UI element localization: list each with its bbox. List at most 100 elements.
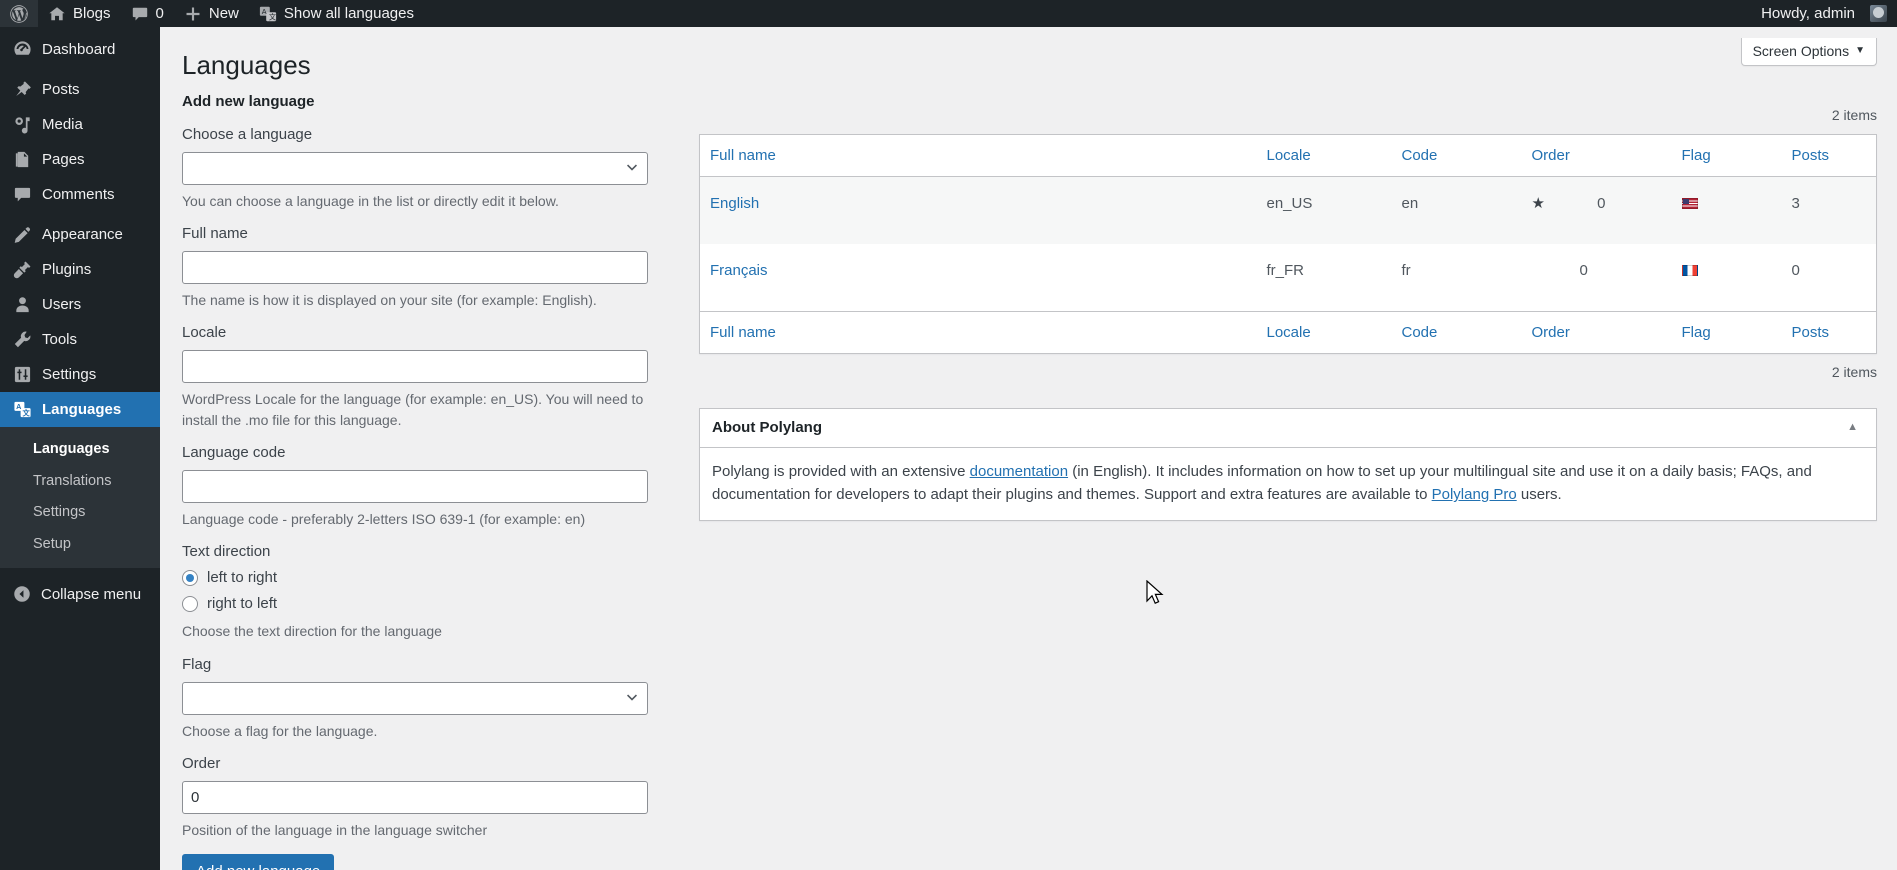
documentation-link[interactable]: documentation: [970, 463, 1068, 480]
sidebar-item-comments[interactable]: Comments: [0, 177, 160, 212]
wordpress-logo-button[interactable]: [0, 0, 38, 27]
language-code-label: Language code: [182, 443, 286, 461]
full-name-description: The name is how it is displayed on your …: [182, 292, 597, 309]
about-polylang-title: About Polylang: [712, 418, 822, 436]
pin-icon: [12, 80, 32, 100]
sort-link-full-name-footer[interactable]: Full name: [710, 324, 776, 341]
text-direction-label: Text direction: [182, 543, 271, 561]
radio-left-to-right-input[interactable]: [182, 569, 198, 586]
sidebar-item-media[interactable]: Media: [0, 107, 160, 142]
radio-right-to-left-label: right to left: [207, 595, 278, 613]
sidebar-item-appearance[interactable]: Appearance: [0, 217, 160, 252]
sort-link-locale-footer[interactable]: Locale: [1267, 324, 1311, 341]
sort-link-order-footer[interactable]: Order: [1532, 324, 1570, 341]
field-text-direction: Text direction left to right right to le…: [182, 543, 666, 641]
sidebar-item-label: Tools: [42, 331, 78, 348]
choose-language-select-wrap: [182, 151, 648, 185]
sidebar-item-label: Media: [42, 116, 83, 133]
sort-link-code[interactable]: Code: [1402, 147, 1438, 164]
about-text-part3: users.: [1516, 486, 1562, 504]
two-column-layout: Add new language Choose a language You c…: [182, 93, 1877, 870]
sidebar-item-posts[interactable]: Posts: [0, 72, 160, 107]
sidebar-item-users[interactable]: Users: [0, 287, 160, 322]
radio-right-to-left[interactable]: right to left: [182, 595, 666, 612]
sidebar-item-languages[interactable]: A文 Languages: [0, 392, 168, 427]
translate-icon: A文: [259, 5, 277, 23]
locale-description: WordPress Locale for the language (for e…: [182, 391, 644, 428]
my-account-button[interactable]: Howdy, admin: [1751, 0, 1897, 27]
column-header-full-name: Full name: [700, 134, 1257, 176]
users-icon: [12, 295, 32, 315]
avatar: [1870, 5, 1887, 22]
svg-text:文: 文: [21, 408, 30, 417]
field-full-name: Full name The name is how it is displaye…: [182, 225, 666, 310]
about-polylang-text: Polylang is provided with an extensive d…: [712, 460, 1864, 507]
languages-submenu: Languages Translations Settings Setup: [0, 427, 160, 569]
locale-input[interactable]: [182, 350, 648, 384]
sidebar-item-plugins[interactable]: Plugins: [0, 252, 160, 287]
sort-link-code-footer[interactable]: Code: [1402, 324, 1438, 341]
show-all-languages-button[interactable]: A文 Show all languages: [249, 0, 424, 27]
tablenav-top: 2 items: [699, 104, 1877, 134]
chevron-up-icon[interactable]: ▲: [1841, 419, 1864, 435]
sidebar-item-label: Plugins: [42, 261, 92, 278]
column-header-posts: Posts: [1791, 146, 1830, 164]
submenu-item-setup[interactable]: Setup: [0, 529, 160, 561]
full-name-input[interactable]: [182, 251, 648, 285]
media-icon: [12, 115, 32, 135]
admin-bar-right: Howdy, admin: [1751, 0, 1897, 27]
radio-left-to-right[interactable]: left to right: [182, 569, 666, 586]
language-link-francais[interactable]: Français: [710, 262, 768, 279]
order-label: Order: [182, 754, 221, 772]
locale-label: Locale: [182, 324, 227, 342]
collapse-menu-wrap: Collapse menu: [0, 577, 160, 611]
sort-link-locale[interactable]: Locale: [1267, 147, 1311, 164]
svg-text:A: A: [262, 7, 267, 16]
column-header-order: Order: [1522, 134, 1672, 176]
sidebar-item-settings[interactable]: Settings: [0, 357, 160, 392]
add-new-language-button[interactable]: Add new language: [182, 854, 335, 870]
sidebar-item-label: Posts: [42, 81, 80, 98]
cell-posts: 3: [1791, 194, 1800, 212]
submenu-item-translations[interactable]: Translations: [0, 466, 160, 498]
sidebar-item-dashboard[interactable]: Dashboard: [0, 32, 160, 67]
table-row: English en_US en ★ 0 3: [699, 176, 1877, 244]
submenu-item-settings[interactable]: Settings: [0, 497, 160, 529]
polylang-pro-link[interactable]: Polylang Pro: [1432, 486, 1517, 503]
submenu-item-languages[interactable]: Languages: [0, 434, 160, 466]
language-link-english[interactable]: English: [710, 195, 759, 212]
appearance-icon: [12, 225, 32, 245]
site-name-button[interactable]: Blogs: [38, 0, 121, 27]
sort-link-order[interactable]: Order: [1532, 147, 1570, 164]
flag-select[interactable]: [182, 681, 648, 715]
items-count-top: 2 items: [1831, 106, 1877, 123]
admin-sidebar: Dashboard Posts Media Pages Comments App…: [0, 27, 168, 870]
form-heading: Add new language: [182, 92, 315, 110]
screen-options-button[interactable]: Screen Options ▼: [1740, 38, 1877, 66]
order-input[interactable]: [182, 780, 648, 814]
language-code-input[interactable]: [182, 469, 648, 503]
sidebar-item-label: Appearance: [42, 226, 123, 243]
sort-link-full-name[interactable]: Full name: [710, 147, 776, 164]
sidebar-item-label: Settings: [42, 366, 97, 383]
cell-order: 0: [1522, 244, 1672, 312]
field-flag: Flag Choose a flag for the language.: [182, 656, 666, 741]
comments-bubble-button[interactable]: 0: [121, 0, 174, 27]
flag-fr-icon: [1681, 265, 1698, 277]
comment-icon: [131, 5, 149, 23]
cell-posts: 0: [1791, 261, 1800, 279]
radio-left-to-right-label: left to right: [207, 569, 278, 587]
new-content-button[interactable]: New: [174, 0, 249, 27]
sidebar-item-pages[interactable]: Pages: [0, 142, 160, 177]
choose-language-select[interactable]: [182, 151, 648, 185]
radio-right-to-left-input[interactable]: [182, 595, 198, 612]
about-polylang-header: About Polylang ▲: [700, 409, 1876, 448]
column-footer-code: Code: [1392, 311, 1522, 353]
new-content-label: New: [208, 5, 239, 22]
cell-flag: [1672, 176, 1782, 244]
dashboard-icon: [12, 40, 32, 60]
sidebar-item-tools[interactable]: Tools: [0, 322, 160, 357]
add-language-form: Add new language Choose a language You c…: [182, 93, 682, 870]
collapse-menu-button[interactable]: Collapse menu: [0, 577, 160, 611]
collapse-menu-label: Collapse menu: [41, 585, 142, 603]
